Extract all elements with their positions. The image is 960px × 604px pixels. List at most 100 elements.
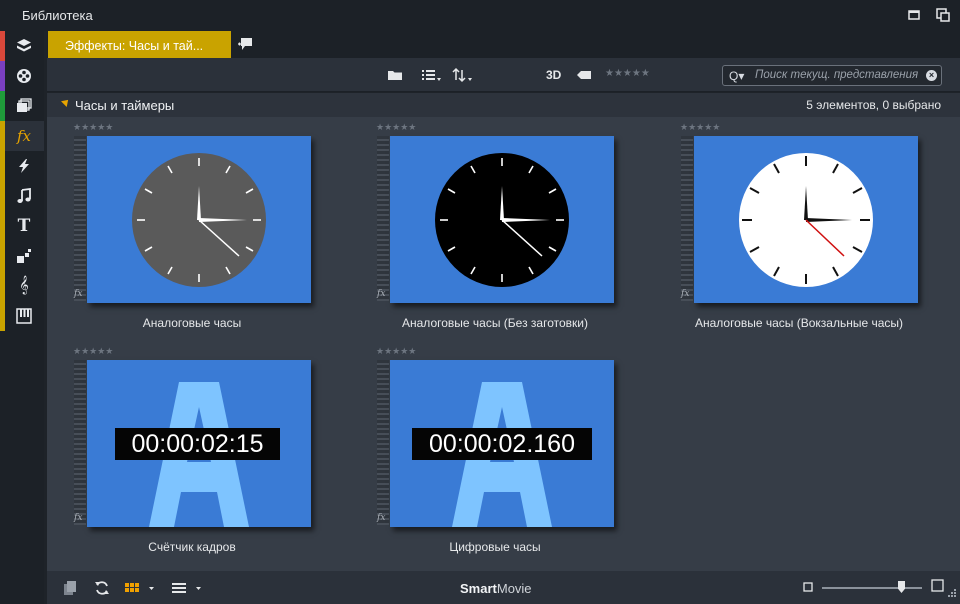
library-item[interactable]: ★★★★★ fx 00:00:02:15 Счётчик кадров [47,344,327,564]
group-header[interactable]: Часы и таймеры 5 элементов, 0 выбрано [47,93,960,117]
title-bar: Библиотека [0,0,960,31]
item-rating-stars[interactable]: ★★★★★ [680,122,720,133]
fx-badge-icon: fx [74,513,83,523]
bottom-bar: SmartMovie [47,571,960,604]
sidebar-item-music[interactable] [0,181,44,211]
item-caption: Счётчик кадров [148,540,236,554]
list-view-icon[interactable] [421,67,443,83]
resize-grip-icon[interactable] [948,589,956,597]
category-color-bar [0,121,5,151]
item-thumbnail[interactable] [694,136,918,303]
item-caption: Аналоговые часы (Без заготовки) [402,316,588,330]
sidebar-item-piano[interactable] [0,301,44,331]
search-field[interactable]: Q▾ Поиск текущ. представления × [722,65,942,86]
selection-count: 5 элементов, 0 выбрано [806,98,941,112]
category-color-bar [0,241,5,271]
category-color-bar [0,91,5,121]
library-sidebar: fx T 𝄞 [0,31,44,604]
film-strip: fx [74,136,86,301]
text-icon: T [17,216,31,236]
restore-icon[interactable] [907,8,921,22]
sidebar-item-scorefitter[interactable]: 𝄞 [0,271,44,301]
search-input[interactable]: Поиск текущ. представления [755,69,918,81]
tab-effects-clocks[interactable]: Эффекты: Часы и тай... [48,31,231,58]
category-color-bar [0,301,5,331]
analog-clock-icon [132,153,266,287]
library-browser: Часы и таймеры 5 элементов, 0 выбрано ★★… [47,93,960,571]
film-strip: fx [377,136,389,301]
projects-icon [17,39,31,52]
sidebar-item-projects[interactable] [0,31,44,61]
clear-search-icon[interactable]: × [926,70,937,81]
timecode-readout: 00:00:02.160 [412,428,592,460]
library-item[interactable]: ★★★★★ fx 00:00:02.160 Цифровые часы [350,344,630,564]
sidebar-item-montage[interactable] [0,241,44,271]
film-strip: fx [74,360,86,525]
library-item[interactable]: ★★★★★ fx Аналоговые часы [47,120,327,340]
folder-icon[interactable] [387,67,403,83]
small-thumb-icon[interactable] [803,582,813,592]
transitions-icon [19,159,29,173]
copy-icon[interactable] [63,580,77,596]
fx-icon: fx [16,127,31,145]
3d-filter-button[interactable]: 3D [546,68,561,84]
category-color-bar [0,211,5,241]
fx-badge-icon: fx [74,289,83,299]
item-thumbnail[interactable] [87,136,311,303]
item-caption: Цифровые часы [449,540,541,554]
window-title: Библиотека [22,8,93,23]
thumbnail-view-icon[interactable] [124,580,156,596]
brand-bold: Smart [460,581,497,596]
rating-filter-stars[interactable]: ★★★★★ [605,68,650,84]
item-thumbnail[interactable]: 00:00:02.160 [390,360,614,527]
film-strip: fx [681,136,693,301]
search-icon[interactable]: Q▾ [729,69,744,83]
category-color-bar [0,151,5,181]
sidebar-item-transitions[interactable] [0,151,44,181]
sort-icon[interactable] [452,67,474,83]
item-thumbnail[interactable]: 00:00:02:15 [87,360,311,527]
brand-rest: Movie [496,581,532,596]
details-view-icon[interactable] [171,580,205,596]
montage-icon [17,249,31,263]
library-item[interactable]: ★★★★★ fx Аналоговые часы (Без заготовки) [350,120,630,340]
music-icon [17,188,31,203]
browser-toolbar: 3D ★★★★★ Q▾ Поиск текущ. представления × [47,58,960,92]
library-item[interactable]: ★★★★★ fx Аналоговые часы (Вокзальные час… [654,120,934,340]
collapse-triangle-icon[interactable] [61,97,71,107]
sync-icon[interactable] [94,580,110,596]
piano-icon [16,308,32,324]
large-thumb-icon[interactable] [931,579,944,592]
item-thumbnail[interactable] [390,136,614,303]
sidebar-item-titles[interactable]: T [0,211,44,241]
brand-smartmovie[interactable]: SmartMovie [460,581,532,596]
zoom-slider-track[interactable] [822,587,922,589]
film-reel-icon [17,69,31,83]
item-caption: Аналоговые часы [142,316,242,330]
timecode-readout: 00:00:02:15 [115,428,280,460]
zoom-slider-thumb[interactable] [898,581,905,593]
fx-badge-icon: fx [377,289,386,299]
score-icon: 𝄞 [19,277,29,294]
sidebar-item-effects[interactable]: fx [0,121,44,151]
film-strip: fx [377,360,389,525]
category-color-bar [0,271,5,301]
group-name: Часы и таймеры [75,98,175,113]
tag-icon[interactable] [576,67,592,83]
add-tab-icon[interactable] [237,37,253,51]
item-rating-stars[interactable]: ★★★★★ [376,122,416,133]
item-caption: Аналоговые часы (Вокзальные часы) [694,316,904,330]
station-clock-icon [739,153,873,287]
item-rating-stars[interactable]: ★★★★★ [73,122,113,133]
category-color-bar [0,31,5,61]
sidebar-item-video[interactable] [0,61,44,91]
item-rating-stars[interactable]: ★★★★★ [376,346,416,357]
fx-badge-icon: fx [681,289,690,299]
fx-badge-icon: fx [377,513,386,523]
item-rating-stars[interactable]: ★★★★★ [73,346,113,357]
analog-clock-icon [435,153,569,287]
sidebar-item-media[interactable] [0,91,44,121]
category-color-bar [0,61,5,91]
media-icon [17,98,32,112]
undock-icon[interactable] [936,8,950,22]
